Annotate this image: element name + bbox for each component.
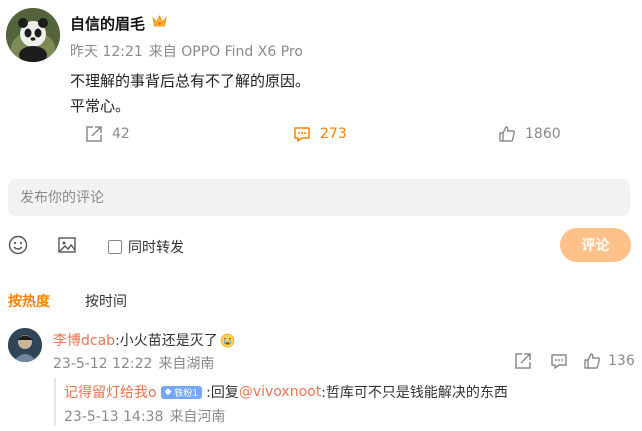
comment-reply-button[interactable] <box>549 351 569 371</box>
comment-input[interactable] <box>8 179 630 216</box>
share-icon <box>86 126 102 142</box>
comment-icon <box>294 127 310 142</box>
repost-count: 42 <box>112 126 130 142</box>
diamond-icon: ◆ <box>164 387 172 397</box>
thumbs-up-icon <box>499 126 515 142</box>
post-source: 来自 OPPO Find X6 Pro <box>148 44 303 60</box>
fan-badge-label: 铁粉1 <box>174 388 199 399</box>
crying-face-icon <box>220 333 235 347</box>
comment-like-button[interactable]: 136 <box>582 351 635 371</box>
tab-sort-hot[interactable]: 按热度 <box>8 291 50 311</box>
repost-button[interactable]: 42 <box>84 124 130 144</box>
comment-count: 273 <box>320 126 347 142</box>
repost-checkbox-label: 同时转发 <box>128 240 184 256</box>
tab-sort-time[interactable]: 按时间 <box>85 291 127 311</box>
reply-location: 来自河南 <box>169 409 226 425</box>
author-name[interactable]: 自信的眉毛 <box>70 13 145 34</box>
comment-text: :小火苗还是灭了 <box>115 333 218 349</box>
reply-text: :哲库可不只是钱能解决的东西 <box>321 385 508 401</box>
share-icon <box>515 353 531 369</box>
repost-checkbox[interactable]: 同时转发 <box>108 237 184 257</box>
comment-meta: 23-5-12 12:22 来自湖南 <box>53 353 220 373</box>
comment-location: 来自湖南 <box>158 356 215 372</box>
comment-icon <box>551 354 567 369</box>
post-meta: 昨天 12:21 来自 OPPO Find X6 Pro <box>70 41 309 61</box>
image-icon[interactable] <box>56 234 78 256</box>
reply-mention-link[interactable]: @vivoxnoot <box>239 384 321 400</box>
comment-like-count: 136 <box>608 353 635 369</box>
reply-prefix: :回复 <box>206 385 239 401</box>
submit-comment-button[interactable]: 评论 <box>560 228 631 262</box>
comment-date: 23-5-12 12:22 <box>53 356 153 372</box>
like-count: 1860 <box>525 126 561 142</box>
comment-line: 李博dcab :小火苗还是灭了 <box>53 330 235 350</box>
reply-author-name[interactable]: 记得留灯给我o <box>64 382 157 402</box>
fan-badge: ◆ 铁粉1 <box>160 385 203 399</box>
post-time: 昨天 12:21 <box>70 44 143 60</box>
reply-date: 23-5-13 14:38 <box>64 409 164 425</box>
commenter-name[interactable]: 李博dcab <box>53 330 115 350</box>
comment-share-button[interactable] <box>513 351 533 371</box>
reply-meta: 23-5-13 14:38 来自河南 <box>64 406 231 426</box>
reply-divider <box>54 378 56 426</box>
checkbox-box[interactable] <box>108 240 122 254</box>
author-avatar[interactable] <box>6 8 60 62</box>
emoji-icon[interactable] <box>7 234 29 256</box>
like-button[interactable]: 1860 <box>497 124 561 144</box>
post-text-line-1: 不理解的事背后总有不了解的原因。 <box>70 72 311 90</box>
commenter-avatar[interactable] <box>8 328 42 362</box>
crown-icon <box>151 13 168 30</box>
thumbs-up-icon <box>584 353 600 369</box>
post-text-line-2: 平常心。 <box>70 97 131 115</box>
reply-line: 记得留灯给我o ◆ 铁粉1 :回复 @vivoxnoot :哲库可不只是钱能解决… <box>64 382 508 402</box>
comment-button[interactable]: 273 <box>292 124 347 144</box>
